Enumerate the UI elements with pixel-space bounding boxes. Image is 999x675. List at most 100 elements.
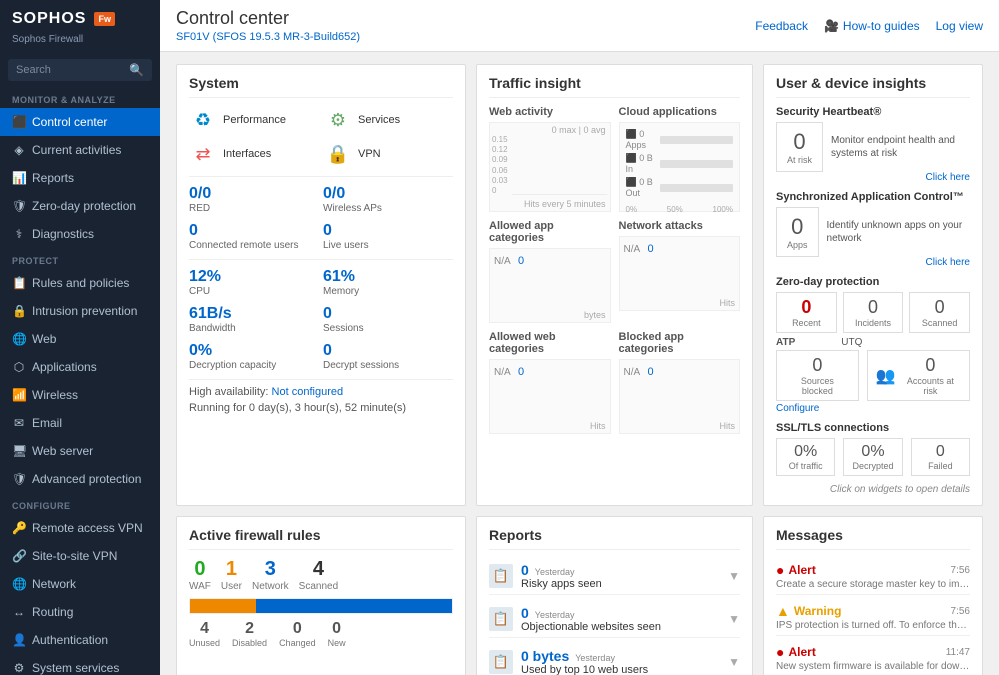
rules-icon: 📋 xyxy=(12,276,26,290)
log-view-link[interactable]: Log view xyxy=(936,19,983,33)
wireless-label: Wireless APs xyxy=(323,203,453,214)
report-arrow-1[interactable]: ▼ xyxy=(728,612,740,626)
sidebar-search-box[interactable]: 🔍 xyxy=(8,59,152,81)
sidebar-item-email[interactable]: ✉ Email xyxy=(0,409,160,437)
sidebar-item-intrusion[interactable]: 🔒 Intrusion prevention xyxy=(0,297,160,325)
ssl-decrypted-num: 0% xyxy=(852,443,893,461)
accounts-box[interactable]: 👥 0 Accounts at risk xyxy=(867,350,970,401)
stat-wireless: 0/0 Wireless APs xyxy=(323,183,453,216)
sources-box[interactable]: 0 Sources blocked xyxy=(776,350,859,401)
high-availability: High availability: Not configured xyxy=(189,386,453,398)
report-arrow-2[interactable]: ▼ xyxy=(728,655,740,669)
sys-vpn[interactable]: 🔒 VPN xyxy=(324,140,453,168)
zd-incidents-box[interactable]: 0 Incidents xyxy=(843,292,904,333)
zd-recent-box[interactable]: 0 Recent xyxy=(776,292,837,333)
fw-bar-user xyxy=(190,599,256,613)
sidebar-item-applications[interactable]: ⬡ Applications xyxy=(0,353,160,381)
sidebar-item-reports[interactable]: 📊 Reports xyxy=(0,164,160,192)
ssl-decrypted-box[interactable]: 0% Decrypted xyxy=(843,438,902,476)
configure-link[interactable]: Configure xyxy=(776,403,970,414)
ssl-row: 0% Of traffic 0% Decrypted 0 Failed xyxy=(776,438,970,476)
sidebar-item-diagnostics[interactable]: ⚕ Diagnostics xyxy=(0,220,160,248)
live-label: Live users xyxy=(323,240,453,251)
sidebar-item-label: Site-to-site VPN xyxy=(32,549,117,563)
sidebar-item-remote-vpn[interactable]: 🔑 Remote access VPN xyxy=(0,514,160,542)
sidebar-item-routing[interactable]: ↔ Routing xyxy=(0,598,160,626)
cloud-pct-labels: 0% 50% 100% xyxy=(626,201,734,214)
report-arrow-0[interactable]: ▼ xyxy=(728,569,740,583)
sys-services[interactable]: ⚙ Services xyxy=(324,106,453,134)
security-hb-label: At risk xyxy=(787,155,812,165)
security-hb-click[interactable]: Click here xyxy=(776,172,970,183)
cloud-apps-row: ⬛ 0 Apps xyxy=(626,129,734,150)
report-val-0: 0 xyxy=(521,562,529,578)
ssl-traffic-box[interactable]: 0% Of traffic xyxy=(776,438,835,476)
msg-item-1: ▲ Warning 7:56 IPS protection is turned … xyxy=(776,599,970,636)
sessions-value: 0 xyxy=(323,305,453,323)
sys-performance[interactable]: ♻ Performance xyxy=(189,106,318,134)
sidebar-item-authentication[interactable]: 👤 Authentication xyxy=(0,626,160,654)
security-hb-title: Security Heartbeat® xyxy=(776,106,970,118)
bandwidth-label: Bandwidth xyxy=(189,323,319,334)
accounts-icon: 👥 xyxy=(876,366,896,386)
sidebar-item-adv-protection[interactable]: 🛡 Advanced protection xyxy=(0,465,160,493)
cloud-apps-icon: ⬛ 0 Apps xyxy=(626,129,656,150)
wireless-value: 0/0 xyxy=(323,185,453,203)
blocked-app-section: Blocked app categories N/A 0 Hits xyxy=(619,331,741,434)
zd-section: Zero-day protection 0 Recent 0 Incidents… xyxy=(776,276,970,414)
fw-waf-val: 0 xyxy=(189,558,211,581)
sidebar-item-web[interactable]: 🌐 Web xyxy=(0,325,160,353)
sidebar-item-system-services[interactable]: ⚙ System services xyxy=(0,654,160,675)
sync-box[interactable]: 0 Apps xyxy=(776,207,819,257)
sidebar-item-control-center[interactable]: ⬛ Control center xyxy=(0,108,160,136)
msg-title-2: ● Alert xyxy=(776,644,816,660)
security-hb-box[interactable]: 0 At risk xyxy=(776,122,823,172)
blocked-app-label: Blocked app categories xyxy=(619,331,741,355)
stat-decrypt: 0% Decryption capacity xyxy=(189,340,319,373)
how-to-link[interactable]: 🎥 How-to guides xyxy=(824,19,920,33)
zd-incidents-num: 0 xyxy=(850,297,897,318)
fw-network: 3 Network xyxy=(252,558,289,592)
sidebar-item-label: Control center xyxy=(32,115,107,129)
sidebar-item-label: Web server xyxy=(32,444,93,458)
warning-icon-1: ▲ xyxy=(776,603,790,619)
ssl-failed-box[interactable]: 0 Failed xyxy=(911,438,970,476)
sidebar-item-label: Network xyxy=(32,577,76,591)
sidebar-item-web-server[interactable]: 🖥 Web server xyxy=(0,437,160,465)
feedback-link[interactable]: Feedback xyxy=(755,19,808,33)
sidebar-item-zero-day[interactable]: 🛡 Zero-day protection xyxy=(0,192,160,220)
fw-disabled: 2 Disabled xyxy=(232,620,267,648)
ha-status[interactable]: Not configured xyxy=(272,386,344,398)
allowed-web-section: Allowed web categories N/A 0 Hits xyxy=(489,331,611,434)
system-services-icon: ⚙ xyxy=(12,661,26,675)
stat-red: 0/0 RED xyxy=(189,183,319,216)
sys-stats: 0/0 RED 0/0 Wireless APs 0 Connected rem… xyxy=(189,183,453,253)
fw-new-label: New xyxy=(328,638,346,648)
divider3 xyxy=(189,379,453,380)
report-item-1[interactable]: 📋 0 Yesterday Objectionable websites see… xyxy=(489,601,740,638)
sidebar-item-wireless[interactable]: 📶 Wireless xyxy=(0,381,160,409)
sidebar-item-site-vpn[interactable]: 🔗 Site-to-site VPN xyxy=(0,542,160,570)
sidebar-item-current-activities[interactable]: ◈ Current activities xyxy=(0,136,160,164)
cpu-label: CPU xyxy=(189,286,319,297)
sidebar-logo: SOPHOS Fw xyxy=(0,0,160,34)
sidebar-item-rules-policies[interactable]: 📋 Rules and policies xyxy=(0,269,160,297)
report-item-0[interactable]: 📋 0 Yesterday Risky apps seen ▼ xyxy=(489,558,740,595)
sync-click[interactable]: Click here xyxy=(776,257,970,268)
cloud-chart: ⬛ 0 Apps ⬛ 0 B In ⬛ 0 B Out xyxy=(619,122,741,212)
intrusion-icon: 🔒 xyxy=(12,304,26,318)
msg-title-1: ▲ Warning xyxy=(776,603,841,619)
warning-label-1: Warning xyxy=(794,604,842,618)
stat-live: 0 Live users xyxy=(323,220,453,253)
fw-network-label: Network xyxy=(252,581,289,592)
messages-title: Messages xyxy=(776,527,970,550)
sidebar-item-network[interactable]: 🌐 Network xyxy=(0,570,160,598)
zd-scanned-box[interactable]: 0 Scanned xyxy=(909,292,970,333)
ssl-traffic-num: 0% xyxy=(785,443,826,461)
search-input[interactable] xyxy=(16,64,125,76)
stat-bandwidth: 61B/s Bandwidth xyxy=(189,303,319,336)
sidebar-subtitle: Sophos Firewall xyxy=(0,34,160,53)
report-item-2[interactable]: 📋 0 bytes Yesterday Used by top 10 web u… xyxy=(489,644,740,675)
memory-label: Memory xyxy=(323,286,453,297)
sys-interfaces[interactable]: ⇄ Interfaces xyxy=(189,140,318,168)
